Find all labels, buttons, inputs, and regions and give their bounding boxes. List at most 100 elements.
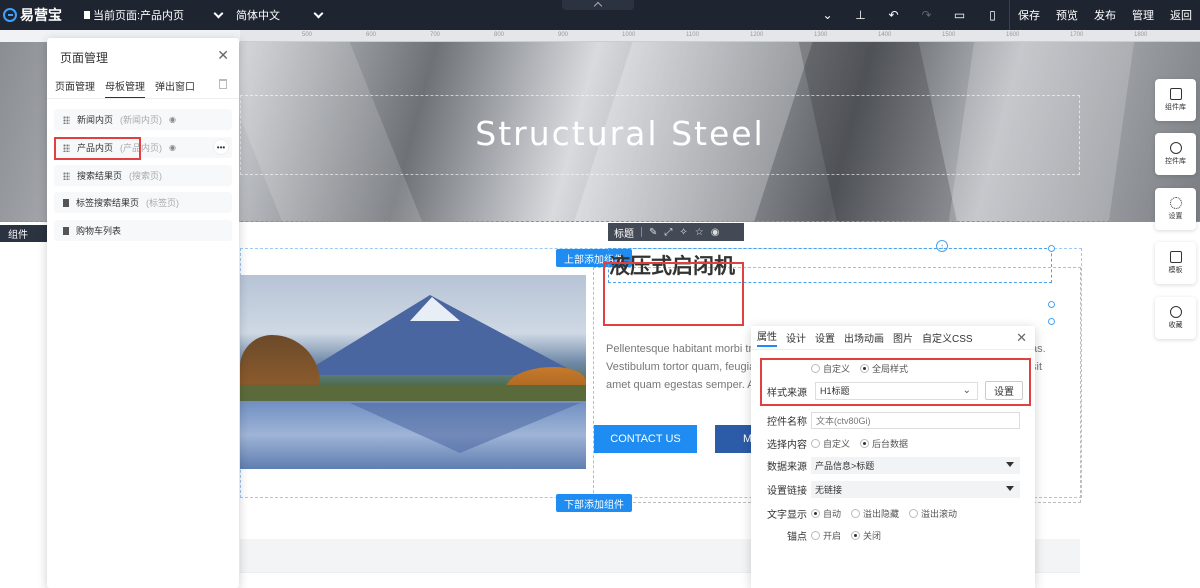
more-options-icon[interactable]: ••• — [213, 139, 229, 155]
tab-animation[interactable]: 出场动画 — [844, 330, 884, 345]
radio-display-scroll[interactable]: 溢出滚动 — [909, 507, 957, 520]
highlight-box — [760, 358, 1031, 406]
trash-icon[interactable] — [219, 79, 227, 89]
component-strip[interactable]: 组件 — [0, 225, 47, 242]
radio-label: 溢出滚动 — [921, 509, 958, 519]
tab-master-management[interactable]: 母板管理 — [105, 78, 145, 99]
back-button[interactable]: 返回 — [1162, 0, 1200, 30]
contact-us-button[interactable]: CONTACT US — [594, 425, 697, 453]
radio-display-hide[interactable]: 溢出隐藏 — [851, 507, 899, 520]
tab-popup-window[interactable]: 弹出窗口 — [155, 78, 195, 99]
ruler-tick: 1000 — [622, 32, 636, 38]
magic-icon[interactable]: ✧ — [679, 227, 687, 238]
list-item[interactable]: 购物车列表 — [54, 220, 232, 241]
logo-icon — [3, 8, 17, 22]
layers-icon — [1169, 88, 1182, 100]
current-page-select[interactable]: 当前页面:产品内页 — [80, 0, 230, 30]
product-image[interactable] — [240, 275, 586, 469]
property-panel: 属性 设计 设置 出场动画 图片 自定义CSS ✕ 自定义 全局样式 样式来源 … — [751, 326, 1035, 588]
property-tabs: 属性 设计 设置 出场动画 图片 自定义CSS ✕ — [751, 326, 1035, 350]
radio-content-custom[interactable]: 自定义 — [811, 437, 850, 450]
ruler-tick: 1700 — [1070, 32, 1084, 38]
radio-display-auto[interactable]: 自动 — [811, 507, 841, 520]
tab-settings[interactable]: 设置 — [815, 330, 835, 345]
page-panel-tabs: 页面管理 母板管理 弹出窗口 — [55, 78, 195, 99]
add-component-bottom-button[interactable]: 下部添加组件 — [556, 494, 632, 512]
text-display-row: 文字显示 自动 溢出隐藏 溢出滚动 — [751, 506, 1035, 521]
link-select[interactable]: 无链接 — [811, 481, 1020, 498]
tab-page-management[interactable]: 页面管理 — [55, 78, 95, 99]
widget-name-input[interactable]: 文本(ctv80Gi) — [811, 412, 1020, 429]
drag-handle-icon[interactable] — [63, 115, 70, 124]
eye-icon[interactable]: ◉ — [169, 115, 176, 124]
template-button[interactable]: 模板 — [1155, 242, 1196, 284]
align-icon[interactable]: ⊥ — [844, 0, 877, 30]
chevron-down-icon — [313, 8, 324, 18]
widget-library-button[interactable]: 控件库 — [1155, 133, 1196, 175]
current-page-label: 当前页面:产品内页 — [93, 10, 185, 22]
anchor-row: 锚点 开启 关闭 — [751, 528, 1035, 543]
ruler-tick: 1600 — [1006, 32, 1020, 38]
collapse-icon[interactable]: ⌄ — [811, 0, 844, 30]
toolbar-actions: ⌄ ⊥ ↶ ↷ ▭ ▯ 保存 预览 发布 管理 返回 — [811, 0, 1200, 30]
radio-label: 后台数据 — [872, 439, 909, 449]
component-library-label: 组件库 — [1165, 104, 1186, 111]
caret-down-icon — [1006, 486, 1014, 491]
data-source-label: 数据来源 — [767, 462, 807, 473]
radio-content-backend[interactable]: 后台数据 — [860, 437, 908, 450]
resize-handle[interactable] — [1048, 301, 1055, 308]
edit-icon[interactable]: ✎ — [649, 227, 657, 238]
desktop-icon[interactable]: ▭ — [943, 0, 976, 30]
redo-icon[interactable]: ↷ — [910, 0, 943, 30]
logo-text: 易营宝 — [20, 7, 62, 23]
close-icon[interactable]: ✕ — [217, 47, 229, 64]
resize-handle[interactable] — [1048, 245, 1055, 252]
settings-button[interactable]: 设置 — [1155, 188, 1196, 230]
banner-title[interactable]: Structural Steel — [240, 114, 1000, 153]
content-select-label: 选择内容 — [767, 440, 807, 451]
save-button[interactable]: 保存 — [1010, 0, 1048, 30]
language-select[interactable]: 简体中文 — [230, 0, 330, 30]
drag-handle-icon[interactable] — [63, 171, 70, 180]
preview-button[interactable]: 预览 — [1048, 0, 1086, 30]
collapse-toolbar-tab[interactable] — [562, 0, 634, 10]
tab-custom-css[interactable]: 自定义CSS — [922, 330, 973, 345]
radio-anchor-on[interactable]: 开启 — [811, 529, 841, 542]
undo-icon[interactable]: ↶ — [877, 0, 910, 30]
highlight-box — [603, 262, 744, 326]
tab-design[interactable]: 设计 — [786, 330, 806, 345]
eye-icon[interactable]: ◉ — [169, 143, 176, 152]
radio-label: 自动 — [823, 509, 842, 519]
ruler-tick: 900 — [558, 32, 569, 38]
component-library-button[interactable]: 组件库 — [1155, 79, 1196, 121]
ruler-tick: 700 — [430, 32, 441, 38]
ruler-tick: 600 — [366, 32, 377, 38]
favorites-button[interactable]: 收藏 — [1155, 297, 1196, 339]
eye-icon[interactable]: ◉ — [711, 227, 720, 238]
publish-button[interactable]: 发布 — [1086, 0, 1124, 30]
star-icon[interactable]: ☆ — [695, 227, 704, 238]
page-name: 搜索结果页 — [77, 171, 123, 181]
description-line: Vestibulum tortor quam, feugia — [606, 361, 756, 373]
logo[interactable]: 易营宝 — [0, 5, 80, 25]
resize-handle[interactable] — [1048, 318, 1055, 325]
list-item[interactable]: 搜索结果页 (搜索页) — [54, 165, 232, 186]
more-button[interactable]: M — [715, 425, 753, 453]
page-name: 购物车列表 — [76, 226, 122, 236]
description-line: Pellentesque habitant morbi tr — [606, 343, 753, 355]
list-item[interactable]: 标签搜索结果页 (标签页) — [54, 192, 232, 213]
radio-anchor-off[interactable]: 关闭 — [851, 529, 881, 542]
tab-attributes[interactable]: 属性 — [757, 328, 777, 347]
data-source-select[interactable]: 产品信息>标题 — [811, 457, 1020, 474]
resize-icon[interactable]: ⤢ — [664, 227, 672, 238]
ruler-tick: 500 — [302, 32, 313, 38]
tab-image[interactable]: 图片 — [893, 330, 913, 345]
list-item[interactable]: 新闻内页 (新闻内页) ◉ — [54, 109, 232, 130]
component-strip-label: 组件 — [8, 230, 28, 241]
manage-button[interactable]: 管理 — [1124, 0, 1162, 30]
product-description[interactable]: Pellentesque habitant morbi tr Vestibulu… — [606, 340, 756, 394]
close-icon[interactable]: ✕ — [1016, 330, 1027, 346]
mobile-icon[interactable]: ▯ — [976, 0, 1009, 30]
document-icon — [84, 11, 90, 19]
reflection-shape — [350, 403, 580, 453]
